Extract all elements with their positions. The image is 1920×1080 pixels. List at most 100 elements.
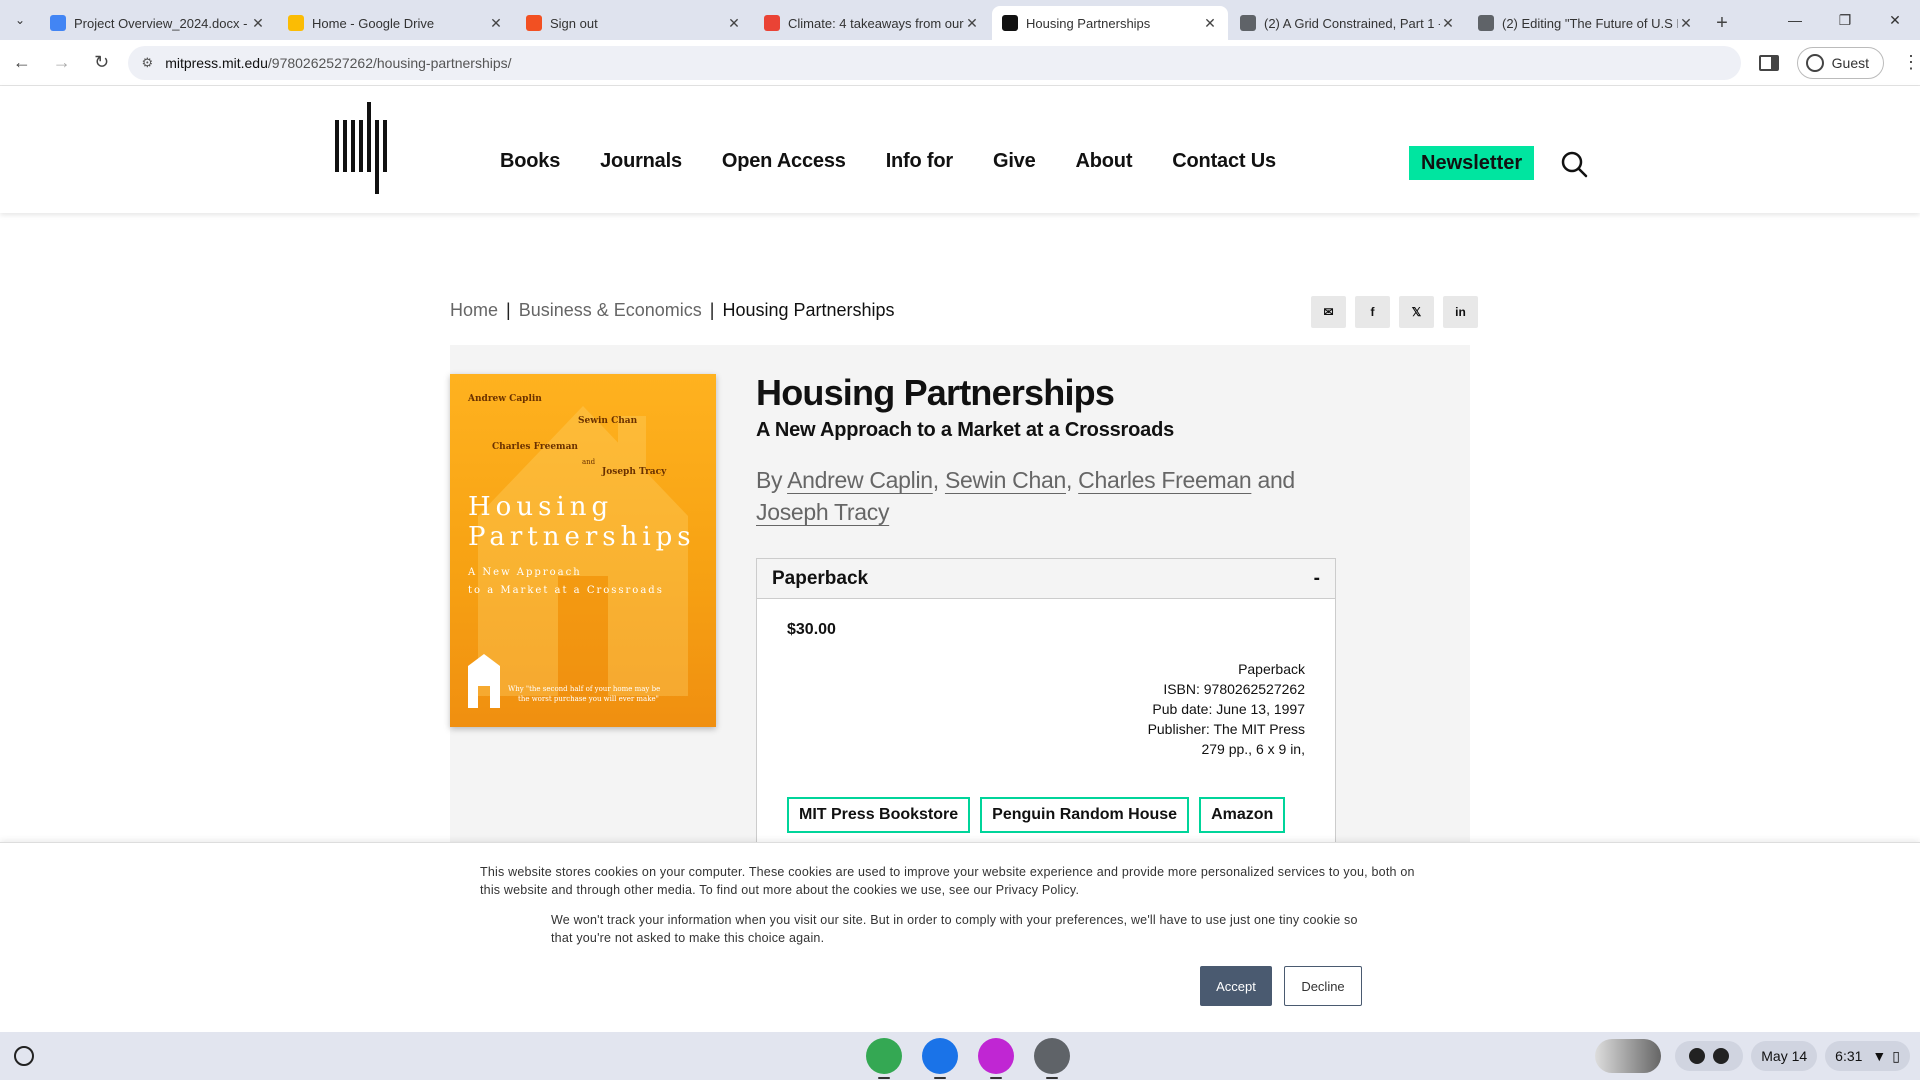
profile-button[interactable]: Guest <box>1796 46 1884 79</box>
breadcrumb: Home | Business & Economics | Housing Pa… <box>450 300 895 321</box>
newsletter-button[interactable]: Newsletter <box>1409 146 1535 180</box>
tab-close-icon[interactable]: ✕ <box>488 15 504 32</box>
format-header[interactable]: Paperback - <box>757 559 1335 599</box>
tab-title: Sign out <box>550 15 598 31</box>
browser-tab[interactable]: Project Overview_2024.docx - G ✕ <box>40 6 276 40</box>
tab-title: Housing Partnerships <box>1026 15 1151 31</box>
tab-favicon-icon <box>526 15 542 31</box>
tab-favicon-icon <box>1002 15 1018 31</box>
screen-capture-icon <box>1689 1048 1706 1064</box>
status-tray: May 14 6:31 ▼ ▯ <box>1595 1032 1920 1080</box>
gallery-app-icon[interactable] <box>978 1038 1014 1079</box>
tab-close-icon[interactable]: ✕ <box>1678 15 1694 32</box>
nav-item-give[interactable]: Give <box>993 150 1036 173</box>
time-status-chip[interactable]: 6:31 ▼ ▯ <box>1825 1041 1910 1071</box>
os-shelf: May 14 6:31 ▼ ▯ <box>0 1032 1920 1080</box>
new-tab-plus-icon[interactable]: + <box>1706 6 1738 40</box>
linkedin-share-icon[interactable]: in <box>1443 296 1478 328</box>
author-link[interactable]: Andrew Caplin <box>787 467 933 493</box>
launcher-icon[interactable] <box>14 1046 34 1066</box>
cover-and: and <box>582 458 596 466</box>
settings-app-icon[interactable] <box>1034 1038 1070 1079</box>
reload-icon[interactable]: ↻ <box>84 45 120 81</box>
cover-author: Joseph Tracy <box>602 467 667 477</box>
author-link[interactable]: Sewin Chan <box>945 467 1066 493</box>
side-panel-icon[interactable] <box>1758 54 1779 71</box>
cover-title: Housing Partnerships <box>468 492 696 552</box>
tab-close-icon[interactable]: ✕ <box>1202 15 1218 32</box>
minimize-icon[interactable]: — <box>1770 12 1820 28</box>
retailer-button[interactable]: MIT Press Bookstore <box>787 797 971 833</box>
nav-item-journals[interactable]: Journals <box>600 150 682 173</box>
tab-close-icon[interactable]: ✕ <box>964 15 980 32</box>
cover-subtitle: A New Approach to a Market at a Crossroa… <box>468 567 664 596</box>
nav-item-books[interactable]: Books <box>500 150 560 173</box>
format-specs: Paperback ISBN: 9780262527262 Pub date: Ju… <box>1148 659 1305 759</box>
format-name: Paperback <box>772 567 869 589</box>
collapse-toggle-icon[interactable]: - <box>1314 568 1320 590</box>
restore-icon[interactable]: ❐ <box>1820 12 1870 29</box>
files-app-icon[interactable] <box>922 1038 958 1079</box>
x-share-icon[interactable]: 𝕏 <box>1399 296 1434 328</box>
author-link[interactable]: Charles Freeman <box>1078 467 1251 493</box>
mit-press-logo[interactable] <box>335 102 393 194</box>
email-share-icon[interactable]: ✉ <box>1311 296 1346 328</box>
browser-tab[interactable]: (2) A Grid Constrained, Part 1 - ✕ <box>1230 6 1466 40</box>
tab-favicon-icon <box>1478 15 1494 31</box>
accept-cookies-button[interactable]: Accept <box>1200 966 1272 1006</box>
browser-tab[interactable]: Housing Partnerships ✕ <box>992 6 1228 40</box>
spec-line: Publisher: The MIT Press <box>1147 721 1305 737</box>
book-details-panel: Andrew Caplin Sewin Chan Charles Freeman… <box>450 345 1470 881</box>
search-icon[interactable] <box>1560 150 1588 178</box>
browser-menu-kebab-icon[interactable]: ⋮ <box>1902 52 1920 73</box>
site-info-tune-icon[interactable]: ⚙ <box>142 55 154 71</box>
tab-title: Home - Google Drive <box>312 15 435 31</box>
cookie-text-secondary: We won't track your information when you… <box>551 913 1358 945</box>
tab-close-icon[interactable]: ✕ <box>1440 15 1456 32</box>
address-bar[interactable]: ⚙ mitpress.mit.edu/9780262527262/housing… <box>127 45 1741 80</box>
tab-title: Climate: 4 takeaways from our <box>788 15 964 31</box>
retailer-button[interactable]: Amazon <box>1199 797 1286 833</box>
back-arrow-icon[interactable]: ← <box>4 45 40 81</box>
cover-publisher-logo <box>468 654 500 708</box>
date-chip[interactable]: May 14 <box>1751 1041 1818 1071</box>
clock-time: 6:31 <box>1835 1048 1863 1064</box>
tab-list: Project Overview_2024.docx - G ✕ Home - Go… <box>40 6 1706 40</box>
decline-cookies-button[interactable]: Decline <box>1284 966 1362 1006</box>
nav-item-about[interactable]: About <box>1076 150 1133 173</box>
pinned-apps <box>856 1038 1080 1079</box>
facebook-share-icon[interactable]: f <box>1355 296 1390 328</box>
wifi-icon: ▼ <box>1872 1048 1887 1064</box>
chrome-app-icon[interactable] <box>866 1038 902 1079</box>
site-header: Books Journals Open Access Info for Give Abou… <box>0 86 1920 213</box>
author-link[interactable]: Joseph Tracy <box>756 499 889 525</box>
tab-title: (2) Editing "The Future of U.S In <box>1502 15 1678 31</box>
browser-tab[interactable]: (2) Editing "The Future of U.S In ✕ <box>1468 6 1704 40</box>
browser-tab[interactable]: Home - Google Drive ✕ <box>278 6 514 40</box>
cookie-text: This website stores cookies on your comp… <box>480 865 1415 897</box>
browser-tab[interactable]: Sign out ✕ <box>516 6 752 40</box>
nav-item-contact-us[interactable]: Contact Us <box>1172 150 1276 173</box>
close-window-icon[interactable]: ✕ <box>1870 12 1920 29</box>
breadcrumb-home[interactable]: Home <box>450 300 498 321</box>
tab-close-icon[interactable]: ✕ <box>726 15 742 32</box>
spec-line: 279 pp., 6 x 9 in, <box>1201 741 1305 757</box>
profile-avatar-icon <box>1805 53 1824 72</box>
url-path: /9780262527262/housing-partnerships/ <box>267 54 512 71</box>
browser-tab[interactable]: Climate: 4 takeaways from our ✕ <box>754 6 990 40</box>
tab-close-icon[interactable]: ✕ <box>250 15 266 32</box>
profile-label: Guest <box>1831 54 1869 71</box>
breadcrumb-category[interactable]: Business & Economics <box>519 300 702 321</box>
quick-actions[interactable] <box>1675 1041 1744 1071</box>
retailer-button[interactable]: Penguin Random House <box>980 797 1190 833</box>
tab-search-chevron-icon[interactable]: ⌄ <box>0 0 40 40</box>
browser-tab-strip: ⌄ Project Overview_2024.docx - G ✕ Home - … <box>0 0 1920 40</box>
forward-arrow-icon[interactable]: → <box>44 45 80 81</box>
tab-favicon-icon <box>1240 15 1256 31</box>
holding-space-thumbnail[interactable] <box>1595 1039 1662 1073</box>
nav-item-info-for[interactable]: Info for <box>886 150 953 173</box>
nav-item-open-access[interactable]: Open Access <box>722 150 846 173</box>
breadcrumb-separator: | <box>506 300 511 320</box>
browser-toolbar: ← → ↻ ⚙ mitpress.mit.edu/9780262527262/h… <box>0 40 1920 86</box>
book-title: Housing Partnerships <box>756 372 1115 413</box>
